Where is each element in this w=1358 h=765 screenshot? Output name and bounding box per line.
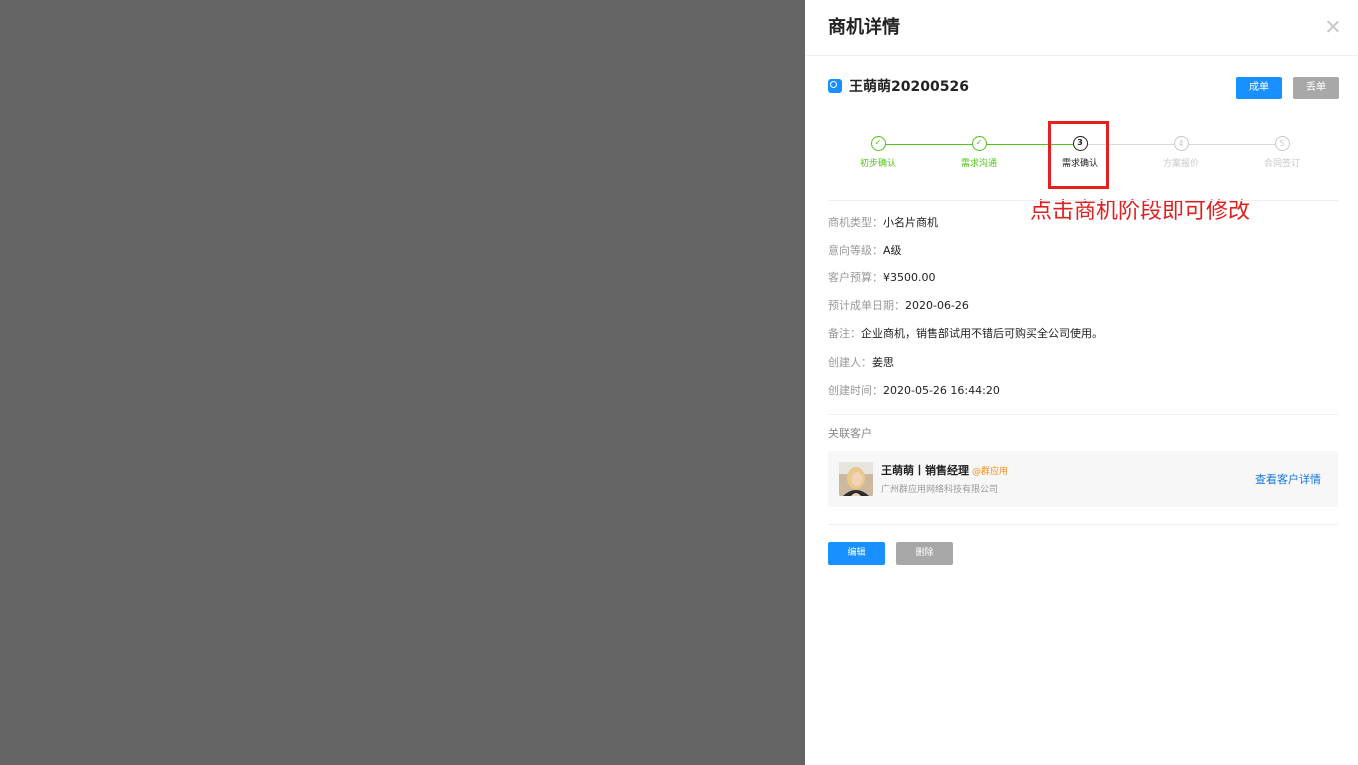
field-intent-level: 意向等级：A级 — [828, 243, 902, 259]
mark-won-button[interactable]: 成单 — [1236, 77, 1282, 99]
customer-name-text: 王萌萌丨销售经理 — [881, 464, 969, 477]
field-value: 小名片商机 — [883, 216, 938, 229]
stage-step-4[interactable]: 4 方案报价 — [1141, 136, 1221, 169]
annotation-text: 点击商机阶段即可修改 — [1030, 199, 1251, 224]
field-key: 商机类型： — [828, 216, 883, 229]
field-key: 意向等级： — [828, 244, 883, 257]
view-customer-link[interactable]: 查看客户详情 — [1255, 471, 1321, 487]
field-opportunity-type: 商机类型：小名片商机 — [828, 215, 938, 231]
step-connector — [878, 144, 979, 145]
field-value: 姜思 — [872, 356, 894, 369]
close-icon[interactable] — [1324, 18, 1342, 36]
opportunity-name: 王萌萌20200526 — [849, 79, 969, 95]
delete-button[interactable]: 删除 — [896, 542, 953, 565]
field-value: 2020-05-26 16:44:20 — [883, 384, 1000, 397]
field-key: 预计成单日期： — [828, 299, 905, 312]
avatar-image — [839, 462, 873, 496]
stage-number: 4 — [1173, 136, 1189, 151]
field-creator: 创建人：姜思 — [828, 355, 894, 371]
divider — [828, 200, 1338, 201]
field-note: 备注：企业商机，销售部试用不错后可购买全公司使用。 — [828, 326, 1103, 342]
stage-step-1[interactable]: ✓ 初步确认 — [838, 136, 918, 169]
customer-card: 王萌萌丨销售经理 @群应用 广州群应用网络科技有限公司 查看客户详情 — [828, 451, 1338, 507]
modal-overlay[interactable] — [0, 0, 805, 765]
field-value: ¥3500.00 — [883, 271, 936, 284]
check-icon: ✓ — [971, 136, 987, 151]
edit-button[interactable]: 编辑 — [828, 542, 885, 565]
check-icon: ✓ — [870, 136, 886, 151]
stage-label: 方案报价 — [1162, 159, 1199, 169]
field-key: 备注： — [828, 327, 861, 340]
field-created-at: 创建时间：2020-05-26 16:44:20 — [828, 383, 1000, 399]
mark-lost-button[interactable]: 丢单 — [1293, 77, 1339, 99]
stage-step-5[interactable]: 5 合同签订 — [1242, 136, 1322, 169]
field-budget: 客户预算：¥3500.00 — [828, 270, 936, 286]
step-connector — [1181, 144, 1282, 145]
drawer-header: 商机详情 — [805, 0, 1358, 56]
field-value: A级 — [883, 244, 902, 257]
opportunity-detail-drawer: 商机详情 王萌萌20200526 成单 丢单 ✓ 初步确认 ✓ 需求沟通 3 需… — [805, 0, 1358, 765]
field-value: 2020-06-26 — [905, 299, 969, 312]
customer-tag: @群应用 — [972, 467, 1009, 477]
drawer-title: 商机详情 — [828, 17, 900, 38]
related-customer-label: 关联客户 — [828, 427, 872, 440]
target-icon — [828, 79, 842, 93]
stage-label: 合同签订 — [1263, 159, 1300, 169]
divider — [828, 414, 1338, 415]
field-key: 创建时间： — [828, 384, 883, 397]
field-close-date: 预计成单日期：2020-06-26 — [828, 298, 969, 314]
avatar — [839, 462, 873, 496]
field-key: 创建人： — [828, 356, 872, 369]
field-key: 客户预算： — [828, 271, 883, 284]
stage-number: 5 — [1274, 136, 1290, 151]
customer-name: 王萌萌丨销售经理 @群应用 — [881, 462, 1008, 478]
highlight-box — [1048, 121, 1109, 189]
opportunity-header: 王萌萌20200526 — [828, 76, 969, 96]
stage-label: 需求沟通 — [960, 159, 997, 169]
divider — [828, 524, 1338, 525]
stage-label: 初步确认 — [859, 159, 896, 169]
field-value: 企业商机，销售部试用不错后可购买全公司使用。 — [861, 327, 1103, 340]
customer-company: 广州群应用网络科技有限公司 — [881, 485, 999, 495]
stage-step-2[interactable]: ✓ 需求沟通 — [939, 136, 1019, 169]
